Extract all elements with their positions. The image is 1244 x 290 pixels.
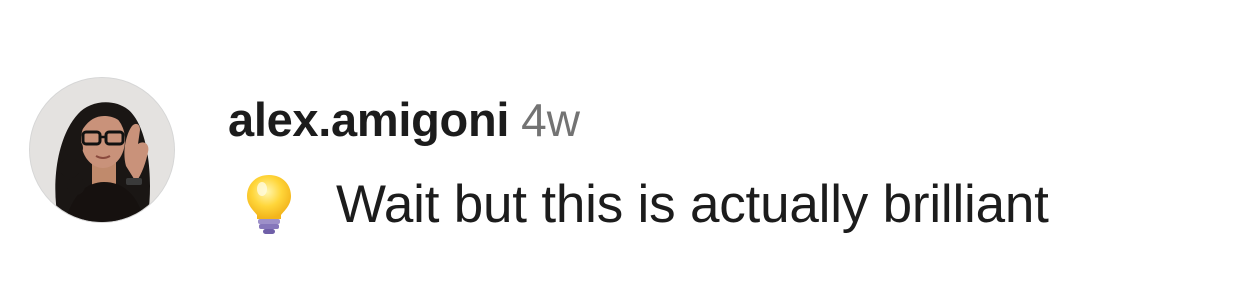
username-link[interactable]: alex.amigoni	[228, 92, 509, 147]
comment-body: Wait but this is actually brilliant	[242, 168, 1049, 240]
avatar-image	[30, 78, 174, 222]
avatar[interactable]	[30, 78, 174, 222]
comment-header: alex.amigoni 4w	[228, 92, 580, 154]
comment-text: Wait but this is actually brilliant	[336, 174, 1049, 234]
light-bulb-icon	[242, 172, 296, 236]
timestamp[interactable]: 4w	[521, 93, 580, 147]
comment-item: alex.amigoni 4w Wait but this is actuall…	[0, 0, 1244, 290]
